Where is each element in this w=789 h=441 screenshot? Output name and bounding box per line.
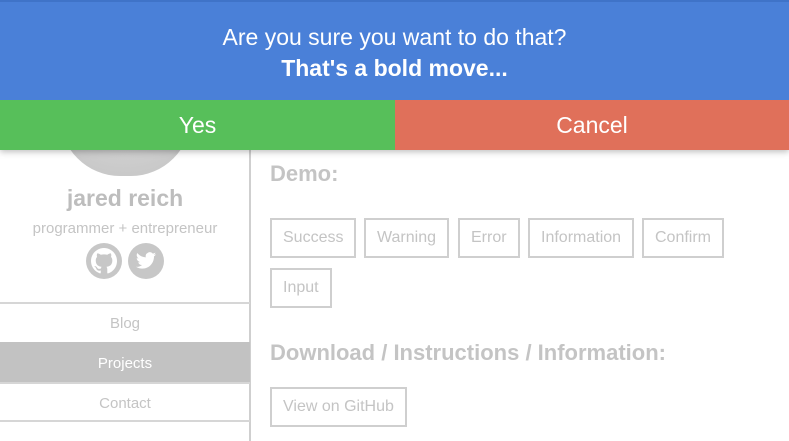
confirm-button[interactable]: Confirm (642, 218, 725, 258)
input-button[interactable]: Input (270, 268, 332, 308)
error-button[interactable]: Error (458, 218, 520, 258)
confirm-notification: Are you sure you want to do that? That's… (0, 0, 789, 150)
notification-message-bar: Are you sure you want to do that? That's… (0, 0, 789, 100)
yes-button[interactable]: Yes (0, 100, 395, 150)
profile-tagline: programmer + entrepreneur (32, 220, 218, 237)
warning-button[interactable]: Warning (364, 218, 449, 258)
success-button[interactable]: Success (270, 218, 357, 258)
profile-name: jared reich (66, 185, 184, 211)
social-links (86, 243, 166, 279)
download-title: Download / Instructions / Information: (270, 340, 666, 365)
notification-message: Are you sure you want to do that? (222, 24, 567, 50)
notification-submessage: That's a bold move... (281, 55, 508, 81)
sidebar-item-contact[interactable]: Contact (0, 382, 250, 422)
demo-title: Demo: (270, 161, 339, 186)
sidebar-item-blog[interactable]: Blog (0, 302, 250, 342)
github-icon[interactable] (86, 243, 122, 279)
cancel-button[interactable]: Cancel (395, 100, 789, 150)
sidebar-nav: Blog Projects Contact (0, 302, 250, 422)
sidebar-item-projects[interactable]: Projects (0, 342, 250, 382)
information-button[interactable]: Information (528, 218, 635, 258)
view-on-github-button[interactable]: View on GitHub (270, 387, 407, 427)
twitter-icon[interactable] (128, 243, 164, 279)
